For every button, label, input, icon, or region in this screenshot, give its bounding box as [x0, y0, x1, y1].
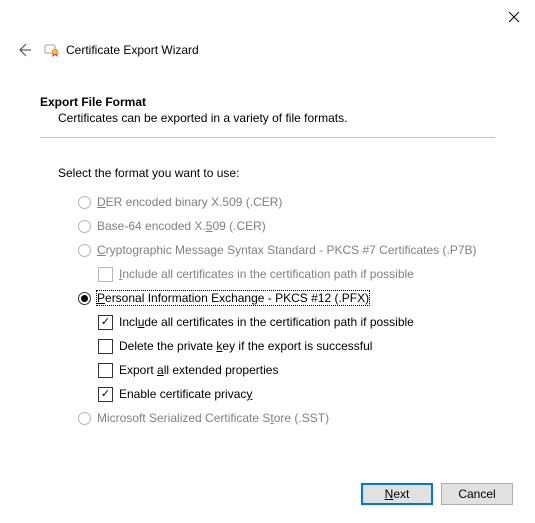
- check-pfx-privacy-label: Enable certificate privacy: [119, 387, 252, 401]
- radio-sst: Microsoft Serialized Certificate Store (…: [78, 406, 495, 430]
- check-pkcs7-include-label: Include all certificates in the certific…: [119, 267, 414, 281]
- wizard-footer: Next Cancel: [361, 483, 513, 505]
- check-pkcs7-include: Include all certificates in the certific…: [98, 262, 495, 286]
- check-pfx-delete[interactable]: Delete the private key if the export is …: [98, 334, 495, 358]
- certificate-wizard-icon: [44, 42, 60, 58]
- radio-base64: Base-64 encoded X.509 (.CER): [78, 214, 495, 238]
- cancel-button[interactable]: Cancel: [441, 483, 513, 505]
- radio-der: DER encoded binary X.509 (.CER): [78, 190, 495, 214]
- check-pfx-extended[interactable]: Export all extended properties: [98, 358, 495, 382]
- back-arrow-icon: [16, 42, 32, 58]
- wizard-header: Certificate Export Wizard: [14, 38, 521, 62]
- checkbox-icon: [98, 267, 113, 282]
- radio-icon: [78, 412, 91, 425]
- radio-sst-label: Microsoft Serialized Certificate Store (…: [97, 411, 329, 425]
- radio-pfx-label: Personal Information Exchange - PKCS #12…: [97, 291, 369, 305]
- format-prompt: Select the format you want to use:: [40, 166, 495, 180]
- check-pfx-privacy[interactable]: ✓ Enable certificate privacy: [98, 382, 495, 406]
- radio-icon: [78, 220, 91, 233]
- check-pfx-include[interactable]: ✓ Include all certificates in the certif…: [98, 310, 495, 334]
- close-icon: [508, 11, 520, 23]
- format-options: DER encoded binary X.509 (.CER) Base-64 …: [40, 190, 495, 430]
- section-heading: Export File Format: [40, 95, 495, 109]
- radio-pfx[interactable]: Personal Information Exchange - PKCS #12…: [78, 286, 495, 310]
- radio-pkcs7-label: Cryptographic Message Syntax Standard - …: [97, 243, 477, 257]
- back-button[interactable]: [14, 40, 34, 60]
- radio-icon: [78, 244, 91, 257]
- check-pfx-extended-label: Export all extended properties: [119, 363, 278, 377]
- check-pfx-include-label: Include all certificates in the certific…: [119, 315, 414, 329]
- checkbox-icon: ✓: [98, 387, 113, 402]
- section-divider: [40, 137, 495, 138]
- next-button[interactable]: Next: [361, 483, 433, 505]
- radio-icon: [78, 196, 91, 209]
- checkbox-icon: ✓: [98, 315, 113, 330]
- section-description: Certificates can be exported in a variet…: [40, 111, 495, 125]
- wizard-title: Certificate Export Wizard: [66, 43, 199, 57]
- radio-base64-label: Base-64 encoded X.509 (.CER): [97, 219, 266, 233]
- radio-icon: [78, 292, 91, 305]
- check-pfx-delete-label: Delete the private key if the export is …: [119, 339, 372, 353]
- radio-der-label: DER encoded binary X.509 (.CER): [97, 195, 282, 209]
- radio-pkcs7: Cryptographic Message Syntax Standard - …: [78, 238, 495, 262]
- checkbox-icon: [98, 363, 113, 378]
- wizard-content: Export File Format Certificates can be e…: [40, 95, 495, 463]
- checkbox-icon: [98, 339, 113, 354]
- close-button[interactable]: [505, 8, 523, 26]
